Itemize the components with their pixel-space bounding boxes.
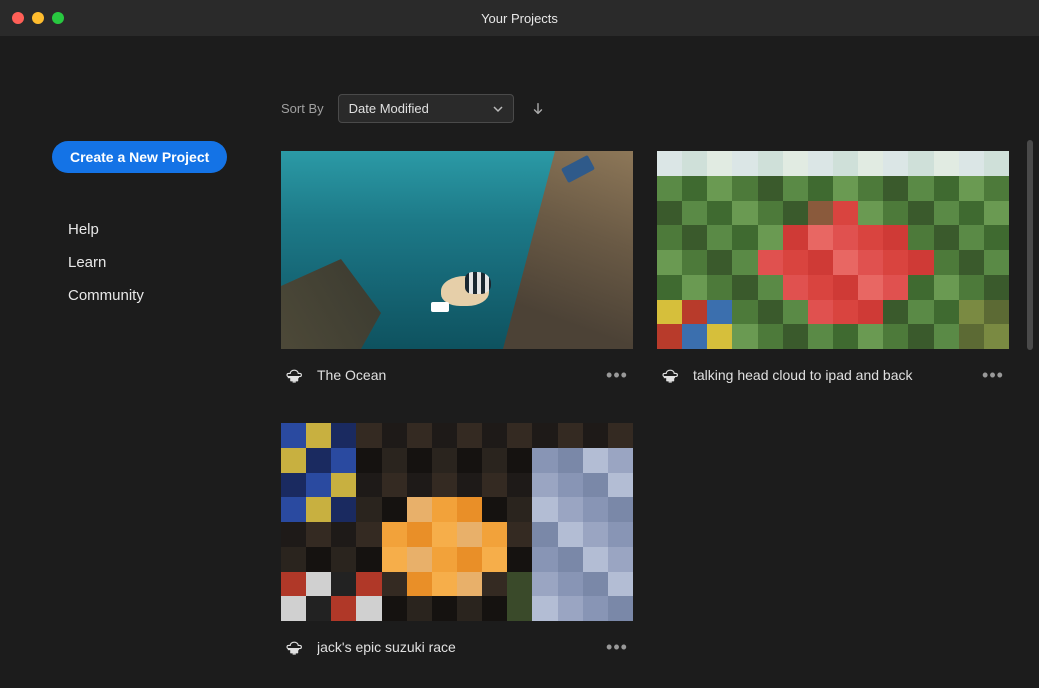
- minimize-window-button[interactable]: [32, 12, 44, 24]
- fullscreen-window-button[interactable]: [52, 12, 64, 24]
- sidebar-item-community[interactable]: Community: [52, 279, 271, 312]
- sort-by-dropdown[interactable]: Date Modified: [338, 94, 514, 123]
- cloud-sync-icon: [661, 367, 681, 383]
- main-area: Sort By Date Modified: [271, 36, 1039, 688]
- create-new-project-button[interactable]: Create a New Project: [52, 141, 227, 173]
- project-title: jack's epic suzuki race: [317, 639, 593, 655]
- sort-by-selected-value: Date Modified: [349, 101, 429, 116]
- window-title: Your Projects: [0, 11, 1039, 26]
- cloud-sync-icon: [285, 639, 305, 655]
- sort-direction-button[interactable]: [528, 99, 548, 119]
- project-card: talking head cloud to ipad and back •••: [657, 151, 1009, 397]
- project-thumbnail[interactable]: [281, 423, 633, 621]
- sidebar: Create a New Project Help Learn Communit…: [0, 36, 271, 688]
- project-more-button[interactable]: •••: [605, 635, 629, 659]
- projects-grid: The Ocean ••• talking head cloud to ipad…: [281, 151, 1009, 669]
- project-thumbnail[interactable]: [657, 151, 1009, 349]
- close-window-button[interactable]: [12, 12, 24, 24]
- title-bar: Your Projects: [0, 0, 1039, 36]
- sidebar-item-help[interactable]: Help: [52, 213, 271, 246]
- project-more-button[interactable]: •••: [981, 363, 1005, 387]
- project-more-button[interactable]: •••: [605, 363, 629, 387]
- chevron-down-icon: [493, 104, 503, 114]
- project-title: talking head cloud to ipad and back: [693, 367, 969, 383]
- sort-bar: Sort By Date Modified: [281, 46, 1009, 123]
- scrollbar-thumb[interactable]: [1027, 140, 1033, 350]
- cloud-sync-icon: [285, 367, 305, 383]
- window-controls: [12, 12, 64, 24]
- project-thumbnail[interactable]: [281, 151, 633, 349]
- sort-by-label: Sort By: [281, 101, 324, 116]
- sidebar-item-learn[interactable]: Learn: [52, 246, 271, 279]
- project-card: jack's epic suzuki race •••: [281, 423, 633, 669]
- project-card: The Ocean •••: [281, 151, 633, 397]
- project-title: The Ocean: [317, 367, 593, 383]
